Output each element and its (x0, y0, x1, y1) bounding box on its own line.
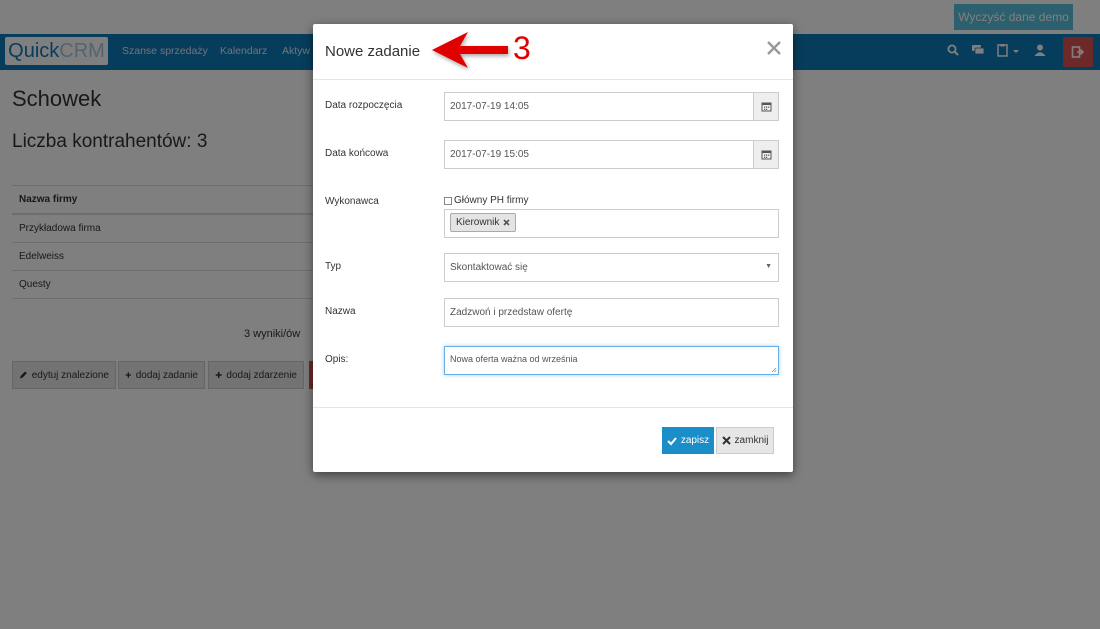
modal-title: Nowe zadanie (325, 43, 421, 60)
name-label: Nazwa (325, 306, 356, 317)
modal-header: Nowe zadanie (313, 24, 793, 80)
name-input[interactable]: Zadzwoń i przedstaw ofertę (444, 298, 779, 327)
main-ph-checkbox[interactable] (444, 196, 452, 205)
start-date-value: 2017-07-19 14:05 (450, 101, 529, 112)
assignee-tag-label: Kierownik (456, 217, 500, 228)
annotation-number: 3 (513, 30, 531, 66)
assignee-tag: Kierownik (450, 213, 517, 232)
save-label: zapisz (680, 435, 710, 446)
description-label: Opis: (325, 354, 349, 365)
close-icon[interactable] (764, 38, 784, 58)
calendar-icon (761, 102, 771, 112)
end-date-calendar-button[interactable] (753, 141, 778, 168)
chevron-down-icon: ▼ (765, 263, 772, 270)
end-date-input[interactable]: 2017-07-19 15:05 (444, 140, 779, 169)
close-label: zamknij (734, 435, 769, 446)
resize-handle-icon[interactable] (771, 367, 777, 373)
type-select[interactable]: Skontaktować się ▼ (444, 253, 779, 282)
close-button[interactable]: zamknij (716, 427, 774, 454)
save-button[interactable]: zapisz (662, 427, 714, 454)
start-date-label: Data rozpoczęcia (325, 100, 403, 111)
remove-tag-icon[interactable] (503, 219, 510, 226)
main-ph-label: Główny PH firmy (454, 195, 529, 206)
main-ph-checkbox-row[interactable]: Główny PH firmy (444, 195, 528, 206)
new-task-modal: Nowe zadanie Data rozpoczęcia 2017-07-19… (313, 24, 793, 472)
end-date-value: 2017-07-19 15:05 (450, 149, 529, 160)
description-value: Nowa oferta ważna od września (450, 354, 578, 364)
start-date-input[interactable]: 2017-07-19 14:05 (444, 92, 779, 121)
calendar-icon (761, 150, 771, 160)
modal-footer: zapisz zamknij (313, 407, 793, 473)
name-value: Zadzwoń i przedstaw ofertę (450, 307, 573, 318)
assignee-label: Wykonawca (325, 196, 379, 207)
type-label: Typ (325, 261, 342, 272)
type-value: Skontaktować się (450, 262, 528, 273)
assignee-select[interactable]: Kierownik (444, 209, 779, 238)
end-date-label: Data końcowa (325, 148, 389, 159)
annotation-arrow-icon (432, 32, 508, 68)
x-icon (721, 436, 731, 445)
start-date-calendar-button[interactable] (753, 93, 778, 120)
checkmark-icon (667, 436, 677, 445)
description-textarea[interactable]: Nowa oferta ważna od września (444, 346, 779, 375)
